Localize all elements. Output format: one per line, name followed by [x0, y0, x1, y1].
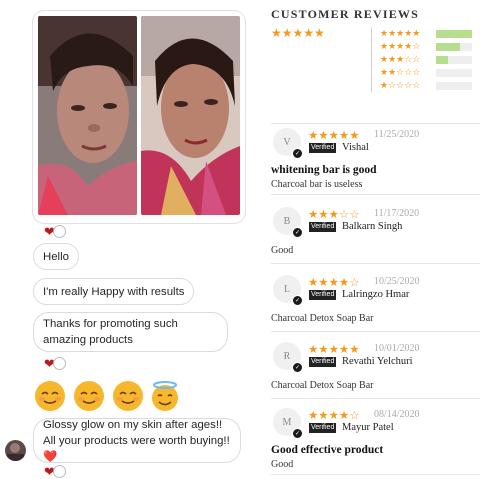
verified-badge: Verified	[309, 290, 337, 300]
histogram-row[interactable]: ★★★★★	[380, 29, 472, 39]
verified-badge: Verified	[309, 357, 337, 367]
review-title: Good effective product	[271, 444, 384, 456]
reviews-title: CUSTOMER REVIEWS	[271, 7, 420, 21]
histogram-stars: ★★★★★	[380, 29, 421, 39]
histogram-bar	[436, 69, 472, 77]
review-body: Charcoal bar is useless	[271, 179, 363, 190]
histogram-bar	[436, 82, 472, 90]
reactor-avatar	[52, 225, 66, 238]
divider	[271, 123, 480, 124]
review-stars: ★★★☆☆	[308, 207, 360, 221]
histogram-stars: ★★★☆☆	[380, 55, 421, 65]
review-stars: ★★★★★	[308, 342, 360, 356]
review-title: whitening bar is good	[271, 164, 377, 176]
reviews-panel: CUSTOMER REVIEWS ★★★★★ ★★★★★ ★★★★☆ ★★★☆☆ ★★…	[258, 0, 480, 479]
review-body: Charcoal Detox Soap Bar	[271, 313, 374, 324]
reviewer-initial: L	[283, 283, 291, 295]
histogram-bar-fill	[436, 30, 472, 38]
message-reactions[interactable]: ❤	[44, 465, 66, 478]
verified-check-icon: ✓	[292, 295, 303, 306]
verified-check-icon: ✓	[292, 362, 303, 373]
relieved-emoji-icon	[112, 380, 144, 412]
reviewer-name: Balkarn Singh	[342, 221, 403, 232]
histogram-stars: ★★☆☆☆	[380, 68, 421, 78]
overall-rating-stars: ★★★★★	[271, 26, 325, 40]
histogram-row[interactable]: ★★★☆☆	[380, 55, 472, 65]
rating-histogram	[371, 28, 372, 92]
review-date: 10/01/2020	[374, 343, 420, 354]
message-text: I'm really Happy with results	[43, 285, 185, 298]
chat-message-bubble[interactable]: Hello	[33, 243, 79, 270]
before-after-photo-card[interactable]	[32, 10, 246, 224]
chat-message-bubble[interactable]: I'm really Happy with results	[33, 278, 195, 305]
review-body: Good	[271, 459, 294, 470]
reactor-avatar	[52, 465, 66, 478]
reviewer-initial: B	[283, 215, 291, 227]
message-text: Thanks for promoting such amazing produc…	[43, 318, 178, 346]
reviewer-initial: M	[282, 416, 292, 428]
review-stars: ★★★★★	[308, 128, 360, 142]
halo-emoji-icon	[149, 380, 181, 412]
reviewer-initial: V	[283, 136, 291, 148]
message-reactions[interactable]: ❤	[44, 225, 66, 238]
histogram-stars: ★★★★☆	[380, 42, 421, 52]
review-stars: ★★★★☆	[308, 408, 360, 422]
chat-message-bubble[interactable]: Glossy glow on my skin after ages!! All …	[33, 418, 241, 463]
histogram-bar	[436, 43, 472, 51]
before-photo[interactable]	[38, 16, 137, 215]
histogram-bar	[436, 56, 472, 64]
review-stars: ★★★★☆	[308, 275, 360, 289]
verified-check-icon: ✓	[292, 148, 303, 159]
sender-avatar[interactable]	[5, 440, 26, 461]
reviewer-name: Lalringzo Hmar	[342, 289, 410, 300]
verified-badge: Verified	[309, 222, 337, 232]
histogram-stars: ★☆☆☆☆	[380, 81, 421, 91]
message-text: Hello	[43, 250, 69, 263]
message-reactions[interactable]: ❤	[44, 357, 66, 370]
histogram-row[interactable]: ★☆☆☆☆	[380, 81, 472, 91]
review-body: Good	[271, 245, 294, 256]
divider	[271, 194, 480, 195]
relieved-emoji-icon	[34, 380, 66, 412]
review-date: 11/25/2020	[374, 129, 420, 140]
histogram-row[interactable]: ★★☆☆☆	[380, 68, 472, 78]
histogram-bar-fill	[436, 43, 461, 51]
after-photo[interactable]	[141, 16, 240, 215]
verified-check-icon: ✓	[292, 227, 303, 238]
reviewer-name: Revathi Yelchuri	[342, 356, 413, 367]
review-date: 10/25/2020	[374, 276, 420, 287]
review-date: 08/14/2020	[374, 409, 420, 420]
verified-check-icon: ✓	[292, 428, 303, 439]
review-date: 11/17/2020	[374, 208, 420, 219]
reviewer-initial: R	[283, 350, 291, 362]
verified-badge: Verified	[309, 423, 337, 433]
relieved-emoji-icon	[73, 380, 105, 412]
chat-message-bubble[interactable]: Thanks for promoting such amazing produc…	[33, 312, 228, 352]
divider	[271, 474, 480, 475]
reviewer-name: Vishal	[342, 142, 369, 153]
verified-badge: Verified	[309, 143, 337, 153]
divider	[271, 263, 480, 264]
message-text: Glossy glow on my skin after ages!! All …	[43, 418, 230, 463]
reactor-avatar	[52, 357, 66, 370]
chat-panel: ❤ Hello I'm really Happy with results Th…	[0, 0, 258, 479]
histogram-bar-fill	[436, 56, 448, 64]
divider	[271, 398, 480, 399]
divider	[271, 331, 480, 332]
histogram-row[interactable]: ★★★★☆	[380, 42, 472, 52]
reviewer-name: Mayur Patel	[342, 422, 394, 433]
histogram-bar	[436, 30, 472, 38]
review-body: Charcoal Detox Soap Bar	[271, 380, 374, 391]
